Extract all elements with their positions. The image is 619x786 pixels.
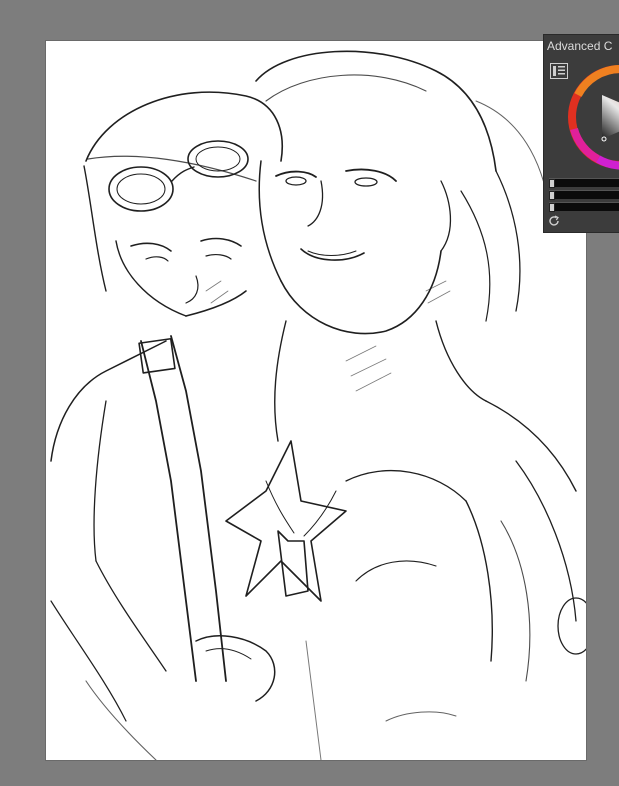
refresh-icon[interactable] [548,215,560,227]
slider-1-handle[interactable] [549,179,555,188]
panel-menu-icon[interactable] [550,63,568,79]
advanced-color-panel[interactable]: Advanced C [543,34,619,233]
panel-title: Advanced C [547,39,613,53]
workspace: Advanced C [0,0,619,786]
sketch-artwork [50,50,586,760]
slider-1[interactable] [549,178,619,188]
slider-3-handle[interactable] [549,203,555,212]
slider-2[interactable] [549,190,619,200]
color-wheel[interactable] [568,59,619,179]
slider-3[interactable] [549,202,619,212]
slider-2-handle[interactable] [549,191,555,200]
drawing-canvas[interactable] [46,41,586,760]
